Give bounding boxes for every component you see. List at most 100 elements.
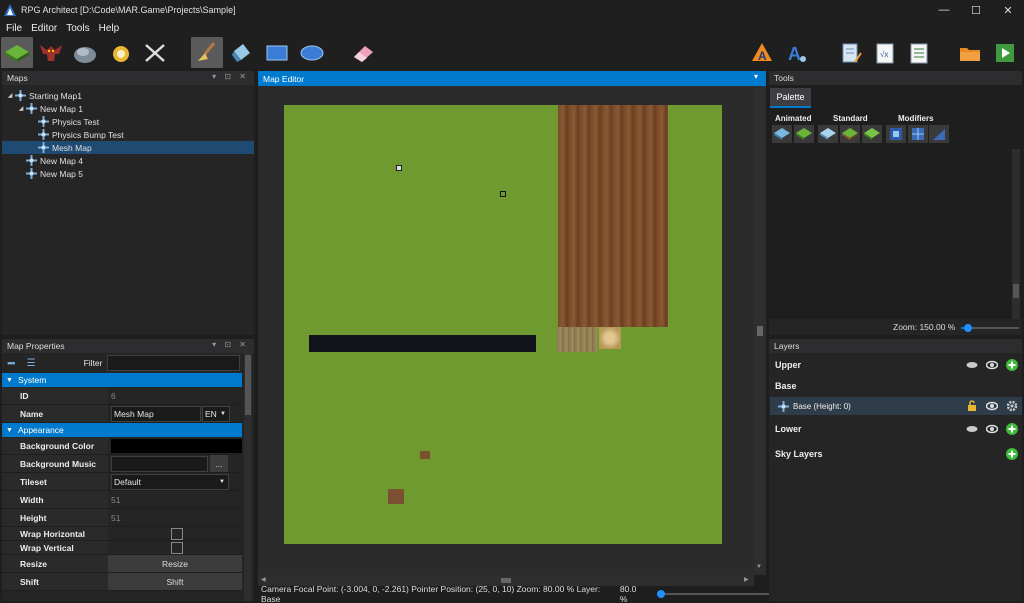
ellipse-tool-button[interactable] <box>296 37 328 68</box>
map-viewport[interactable] <box>258 86 754 575</box>
camera-marker-icon[interactable] <box>396 165 402 171</box>
menu-file[interactable]: File <box>3 23 28 34</box>
minimize-button[interactable]: — <box>928 0 960 20</box>
eye-icon[interactable] <box>986 423 998 435</box>
tree-item-new-map-4[interactable]: New Map 4 <box>2 154 254 167</box>
palette-zoom-slider[interactable] <box>961 323 1019 333</box>
shift-button[interactable]: Shift <box>108 573 242 590</box>
name-input[interactable]: Mesh Map <box>111 405 201 422</box>
tree-item-mesh-map[interactable]: Mesh Map <box>2 141 254 154</box>
checklist-button[interactable] <box>903 37 935 68</box>
palette-tile-grass[interactable] <box>862 125 882 143</box>
scroll-right-icon[interactable]: ▶ <box>744 576 749 583</box>
background-color-swatch[interactable] <box>111 438 242 453</box>
categorized-view-icon[interactable]: ☰ <box>27 358 36 369</box>
maximize-button[interactable]: ☐ <box>960 0 992 20</box>
eye-icon[interactable] <box>986 359 998 371</box>
slider-thumb[interactable] <box>657 590 666 598</box>
palette-tile-animated-grass[interactable] <box>794 125 814 143</box>
scrollbar-thumb[interactable] <box>1013 284 1019 298</box>
tree-item-new-map-1[interactable]: ◢ New Map 1 <box>2 102 254 115</box>
scrollbar-thumb[interactable] <box>501 578 511 583</box>
tree-item-physics-test[interactable]: Physics Test <box>2 115 254 128</box>
eraser-tool-button[interactable] <box>347 37 379 68</box>
menu-tools[interactable]: Tools <box>63 23 95 34</box>
palette-modifier-b[interactable] <box>908 125 928 143</box>
menu-help[interactable]: Help <box>96 23 126 34</box>
category-system[interactable]: ▼ System <box>2 373 242 387</box>
add-icon[interactable] <box>1006 423 1018 435</box>
language-select[interactable]: EN ▼ <box>202 405 230 422</box>
palette-modifier-2[interactable] <box>886 125 906 143</box>
hidden-eye-icon[interactable] <box>966 359 978 371</box>
item-editor-button[interactable] <box>105 37 137 68</box>
palette-tile-ice[interactable] <box>818 125 838 143</box>
tree-item-starting-map1[interactable]: ◢ Starting Map1 <box>2 89 254 102</box>
tab-palette[interactable]: Palette <box>770 88 811 108</box>
map-properties-panel: Map Properties ▾ ⊡ ✕ ━ ☰ Filter ▼ System… <box>2 339 254 601</box>
property-name: Resize <box>2 555 108 572</box>
map-editor-tool-button[interactable] <box>1 37 33 68</box>
modifier-ramp-icon <box>933 129 945 140</box>
font-settings-button[interactable]: A <box>781 37 813 68</box>
lock-icon[interactable] <box>966 400 978 412</box>
close-button[interactable]: ✕ <box>992 0 1024 20</box>
background-music-input[interactable] <box>111 455 208 472</box>
script-editor-button[interactable] <box>835 37 867 68</box>
add-icon[interactable] <box>1006 359 1018 371</box>
resize-button[interactable]: Resize <box>108 555 242 572</box>
map-zoom-slider[interactable] <box>657 589 772 599</box>
collapse-all-icon[interactable]: ━ <box>8 357 15 370</box>
fill-tool-button[interactable] <box>226 37 258 68</box>
tileset-select[interactable]: Default ▼ <box>111 473 229 490</box>
properties-scrollbar[interactable] <box>244 353 252 601</box>
weapon-editor-button[interactable] <box>139 37 171 68</box>
map-canvas[interactable] <box>284 105 722 544</box>
brush-tool-button[interactable] <box>191 37 223 68</box>
font-gear-icon: A <box>788 44 806 64</box>
layer-upper[interactable]: Upper <box>770 356 1022 374</box>
palette-scrollbar[interactable] <box>1012 149 1020 319</box>
eye-icon[interactable] <box>986 400 998 412</box>
rock-editor-button[interactable] <box>69 37 101 68</box>
palette-tile-water[interactable] <box>772 125 792 143</box>
scrollbar-thumb[interactable] <box>757 326 763 336</box>
open-folder-button[interactable] <box>954 37 986 68</box>
panel-controls[interactable]: ▾ ⊡ ✕ <box>212 72 249 81</box>
scroll-left-icon[interactable]: ◀ <box>261 576 266 583</box>
add-icon[interactable] <box>1006 448 1018 460</box>
wrap-horizontal-checkbox[interactable] <box>170 527 183 540</box>
layer-lower[interactable]: Lower <box>770 420 1022 438</box>
filter-input[interactable] <box>107 355 241 371</box>
tree-item-physics-bump-test[interactable]: Physics Bump Test <box>2 128 254 141</box>
expand-arrow-icon[interactable]: ◢ <box>5 92 15 99</box>
tree-item-new-map-5[interactable]: New Map 5 <box>2 167 254 180</box>
layer-base-height-0[interactable]: Base (Height: 0) <box>770 397 1022 415</box>
category-appearance[interactable]: ▼ Appearance <box>2 423 242 437</box>
rectangle-tool-button[interactable] <box>261 37 293 68</box>
gear-icon[interactable] <box>1006 400 1018 412</box>
expand-arrow-icon[interactable]: ◢ <box>16 105 26 112</box>
property-value-height[interactable]: 51 <box>108 509 242 526</box>
wrap-vertical-checkbox[interactable] <box>170 541 183 554</box>
play-button[interactable] <box>989 37 1021 68</box>
browse-button[interactable]: ... <box>210 455 228 472</box>
scroll-down-icon[interactable]: ▼ <box>756 564 762 570</box>
monster-editor-button[interactable] <box>35 37 67 68</box>
layer-sky-layers[interactable]: Sky Layers <box>770 445 1022 463</box>
menu-editor[interactable]: Editor <box>28 23 63 34</box>
property-value-width[interactable]: 51 <box>108 491 242 508</box>
scrollbar-thumb[interactable] <box>245 355 251 415</box>
palette-tile-dirt[interactable] <box>840 125 860 143</box>
layer-group-base[interactable]: Base <box>770 377 1022 395</box>
font-tool-button[interactable]: A <box>746 37 778 68</box>
map-vertical-scrollbar[interactable]: ▼ <box>754 86 766 575</box>
slider-thumb[interactable] <box>964 324 972 332</box>
dropdown-arrow-icon[interactable]: ▾ <box>754 72 761 81</box>
map-editor-header-wrap: Map Editor ▾ <box>258 71 766 86</box>
panel-controls[interactable]: ▾ ⊡ ✕ <box>212 340 249 349</box>
tools-panel-header: Tools <box>769 71 1022 85</box>
palette-modifier-c[interactable] <box>929 125 949 143</box>
hidden-eye-icon[interactable] <box>966 423 978 435</box>
formula-editor-button[interactable]: √x <box>869 37 901 68</box>
